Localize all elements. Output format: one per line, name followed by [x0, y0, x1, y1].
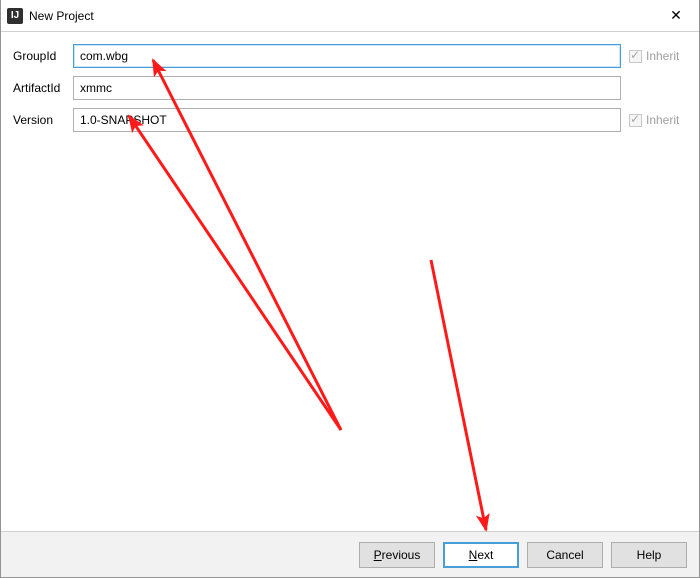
- cancel-button[interactable]: Cancel: [527, 542, 603, 568]
- next-button[interactable]: Next: [443, 542, 519, 568]
- title-bar: IJ New Project ✕: [1, 0, 699, 32]
- groupid-inherit: Inherit: [629, 49, 687, 63]
- label-groupid: GroupId: [13, 49, 73, 63]
- form-content: GroupId Inherit ArtifactId Version Inher…: [1, 32, 699, 529]
- row-artifactid: ArtifactId: [13, 76, 687, 100]
- help-button[interactable]: Help: [611, 542, 687, 568]
- close-icon: ✕: [670, 7, 682, 24]
- dialog-window: IJ New Project ✕ GroupId Inherit Artifac…: [0, 0, 700, 578]
- btn-prev-rest: revious: [382, 548, 421, 562]
- button-bar: Previous Next Cancel Help: [1, 531, 699, 577]
- inherit-checkbox-groupid: [629, 50, 642, 63]
- version-inherit: Inherit: [629, 113, 687, 127]
- artifactid-input[interactable]: [73, 76, 621, 100]
- btn-next-rest: ext: [477, 548, 493, 562]
- row-groupid: GroupId Inherit: [13, 44, 687, 68]
- label-artifactid: ArtifactId: [13, 81, 73, 95]
- inherit-label: Inherit: [646, 49, 679, 63]
- groupid-input[interactable]: [73, 44, 621, 68]
- row-version: Version Inherit: [13, 108, 687, 132]
- previous-button[interactable]: Previous: [359, 542, 435, 568]
- close-button[interactable]: ✕: [653, 0, 699, 32]
- app-icon: IJ: [7, 8, 23, 24]
- window-title: New Project: [29, 9, 94, 23]
- inherit-label: Inherit: [646, 113, 679, 127]
- label-version: Version: [13, 113, 73, 127]
- version-input[interactable]: [73, 108, 621, 132]
- inherit-checkbox-version: [629, 114, 642, 127]
